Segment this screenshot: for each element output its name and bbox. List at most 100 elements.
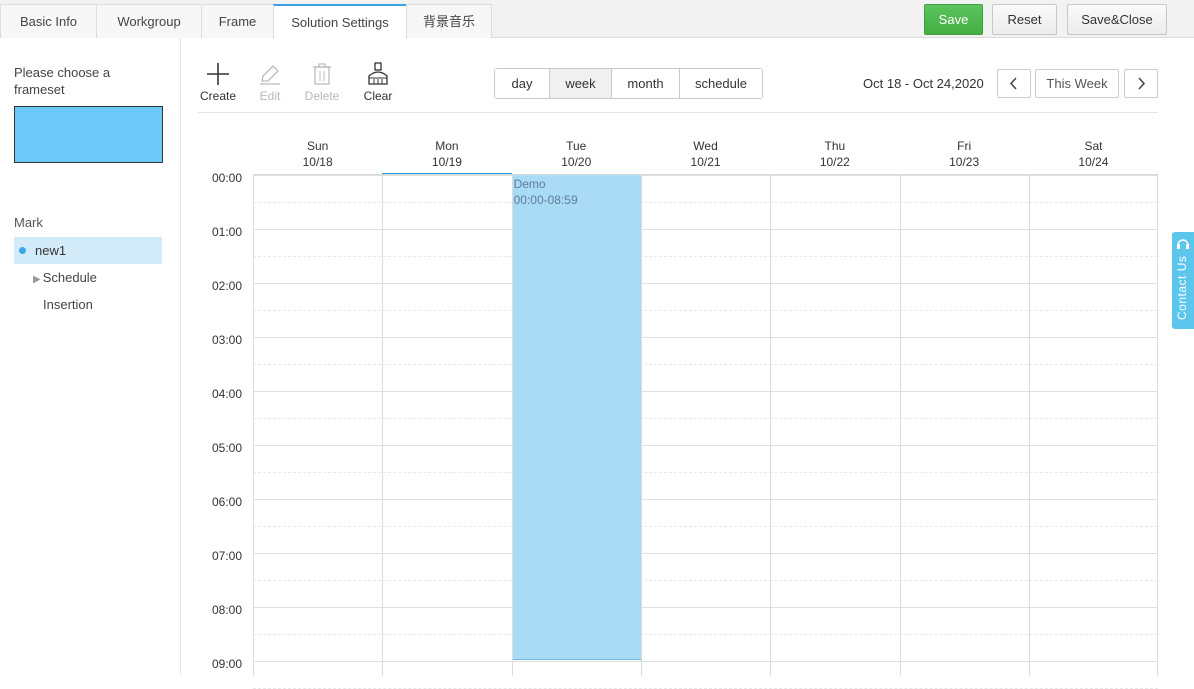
day-date: 10/18 xyxy=(302,155,333,169)
create-button[interactable]: Create xyxy=(196,62,240,103)
time-label: 04:00 xyxy=(212,387,243,401)
next-week-button[interactable] xyxy=(1124,69,1158,98)
day-column-line xyxy=(253,175,254,676)
hour-line xyxy=(253,391,1158,392)
day-header-sun: Sun 10/18 xyxy=(253,138,382,170)
expand-arrow-icon[interactable]: ▶ xyxy=(33,274,41,285)
day-header-wed: Wed 10/21 xyxy=(641,138,770,170)
day-column-line xyxy=(1028,175,1030,676)
mark-item-new1[interactable]: new1 xyxy=(14,237,162,264)
tree-node-schedule[interactable]: ▶ Schedule xyxy=(33,270,97,285)
hour-line xyxy=(253,661,1158,662)
tab-solution-settings[interactable]: Solution Settings xyxy=(273,4,407,39)
left-panel: Please choose a frameset Mark new1 ▶ Sche… xyxy=(0,38,181,675)
view-week-button[interactable]: week xyxy=(550,69,612,98)
half-hour-line xyxy=(253,418,1158,419)
time-label: 01:00 xyxy=(212,225,243,239)
time-label: 00:00 xyxy=(212,171,243,185)
half-hour-line xyxy=(253,634,1158,635)
clear-label: Clear xyxy=(363,89,393,103)
view-day-button[interactable]: day xyxy=(495,69,550,98)
time-label: 02:00 xyxy=(212,279,243,293)
calendar-grid[interactable]: Demo 00:00-08:59 xyxy=(253,174,1158,689)
insertion-label: Insertion xyxy=(43,297,93,312)
time-label: 06:00 xyxy=(212,495,243,509)
hour-line xyxy=(253,175,1158,176)
half-hour-line xyxy=(253,364,1158,365)
day-date: 10/19 xyxy=(431,155,462,169)
day-date: 10/23 xyxy=(949,155,980,169)
day-header-fri: Fri 10/23 xyxy=(900,138,1029,170)
bullet-icon xyxy=(19,247,26,254)
day-name: Thu xyxy=(824,139,846,153)
day-name: Wed xyxy=(693,139,718,153)
prev-week-button[interactable] xyxy=(997,69,1031,98)
tab-frame[interactable]: Frame xyxy=(201,4,274,38)
half-hour-line xyxy=(253,202,1158,203)
delete-button[interactable]: Delete xyxy=(300,62,344,103)
hour-line xyxy=(253,607,1158,608)
hour-line xyxy=(253,553,1158,554)
time-label: 08:00 xyxy=(212,603,243,617)
day-name: Tue xyxy=(566,139,587,153)
view-month-button[interactable]: month xyxy=(612,69,680,98)
half-hour-line xyxy=(253,580,1158,581)
half-hour-line xyxy=(253,310,1158,311)
contact-us-label: Contact Us xyxy=(1175,255,1189,320)
time-label: 07:00 xyxy=(212,549,243,563)
save-button[interactable]: Save xyxy=(924,4,983,35)
this-week-button[interactable]: This Week xyxy=(1035,69,1119,98)
day-header-thu: Thu 10/22 xyxy=(770,138,899,170)
mark-label: Mark xyxy=(14,215,43,230)
trash-icon xyxy=(313,63,331,85)
event-demo[interactable]: Demo 00:00-08:59 xyxy=(512,175,641,660)
frameset-label: Please choose a frameset xyxy=(14,65,111,97)
day-date: 10/20 xyxy=(561,155,592,169)
toolbar-divider xyxy=(198,112,1158,113)
day-date: 10/21 xyxy=(690,155,721,169)
tab-background-music[interactable]: 背景音乐 xyxy=(406,4,492,38)
create-label: Create xyxy=(199,89,237,103)
reset-button[interactable]: Reset xyxy=(992,4,1057,35)
hour-line xyxy=(253,499,1158,500)
day-column-line xyxy=(1157,175,1158,676)
day-header-tue: Tue 10/20 xyxy=(512,138,641,170)
chevron-left-icon xyxy=(1009,77,1017,90)
tree-node-insertion[interactable]: Insertion xyxy=(43,297,93,312)
broom-icon xyxy=(368,62,388,85)
day-date: 10/22 xyxy=(819,155,850,169)
day-column-line xyxy=(640,175,642,676)
delete-label: Delete xyxy=(304,89,340,103)
half-hour-line xyxy=(253,472,1158,473)
tab-workgroup[interactable]: Workgroup xyxy=(96,4,202,38)
day-date: 10/24 xyxy=(1078,155,1109,169)
save-close-button[interactable]: Save&Close xyxy=(1067,4,1167,35)
event-title: Demo xyxy=(513,177,546,191)
day-name: Sun xyxy=(306,139,329,153)
edit-button[interactable]: Edit xyxy=(248,62,292,103)
day-header-sat: Sat 10/24 xyxy=(1029,138,1158,170)
hour-line xyxy=(253,445,1158,446)
mark-item-label: new1 xyxy=(35,243,67,258)
date-range: Oct 18 - Oct 24,2020 xyxy=(863,76,984,91)
day-header-mon: Mon 10/19 xyxy=(382,138,511,170)
chevron-right-icon xyxy=(1138,77,1146,90)
day-name: Mon xyxy=(435,139,459,153)
frameset-selector[interactable] xyxy=(14,106,163,163)
day-column-line xyxy=(770,175,772,676)
day-name: Sat xyxy=(1084,139,1103,153)
event-time: 00:00-08:59 xyxy=(513,193,578,207)
half-hour-line xyxy=(253,526,1158,527)
day-name: Fri xyxy=(957,139,972,153)
clear-button[interactable]: Clear xyxy=(356,62,400,103)
view-schedule-button[interactable]: schedule xyxy=(680,69,762,98)
time-label: 05:00 xyxy=(212,441,243,455)
top-tab-bar: Basic Info Workgroup Frame Solution Sett… xyxy=(0,0,1194,39)
time-label: 09:00 xyxy=(212,657,243,671)
pencil-icon xyxy=(260,65,280,85)
tab-basic-info[interactable]: Basic Info xyxy=(0,4,97,38)
day-column-line xyxy=(382,175,384,676)
contact-us-tab[interactable]: Contact Us xyxy=(1172,232,1194,329)
day-column-line xyxy=(899,175,901,676)
week-calendar: Sun 10/18 Mon 10/19 Tue 10/20 Wed 10/21 Thu 10/22… xyxy=(198,130,1158,689)
